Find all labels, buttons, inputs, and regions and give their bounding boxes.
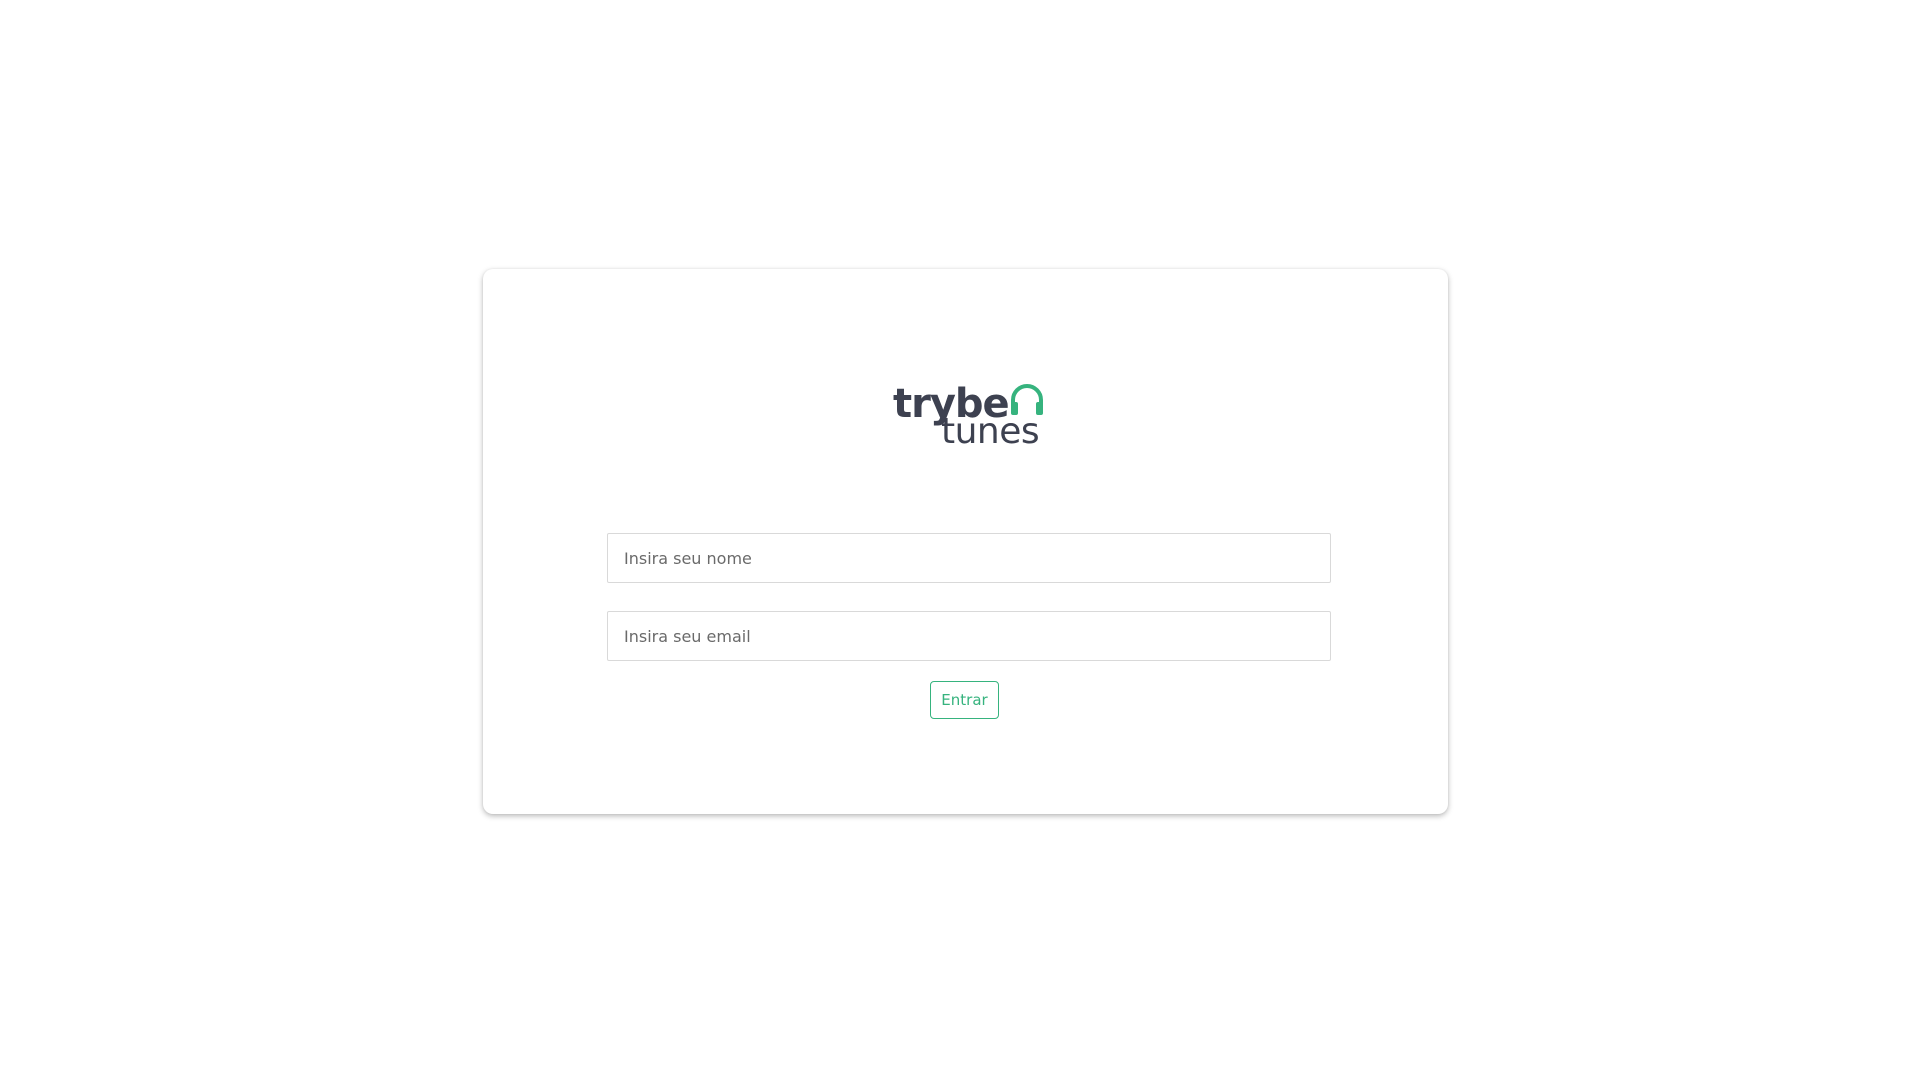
- logo-text-tunes: tunes: [941, 411, 1040, 452]
- name-input[interactable]: [607, 533, 1331, 583]
- headphones-icon: [1011, 384, 1043, 415]
- login-card: trybe tunes Entrar: [483, 269, 1448, 814]
- login-button[interactable]: Entrar: [930, 681, 999, 719]
- email-input[interactable]: [607, 611, 1331, 661]
- trybe-tunes-logo: trybe tunes: [893, 382, 1048, 452]
